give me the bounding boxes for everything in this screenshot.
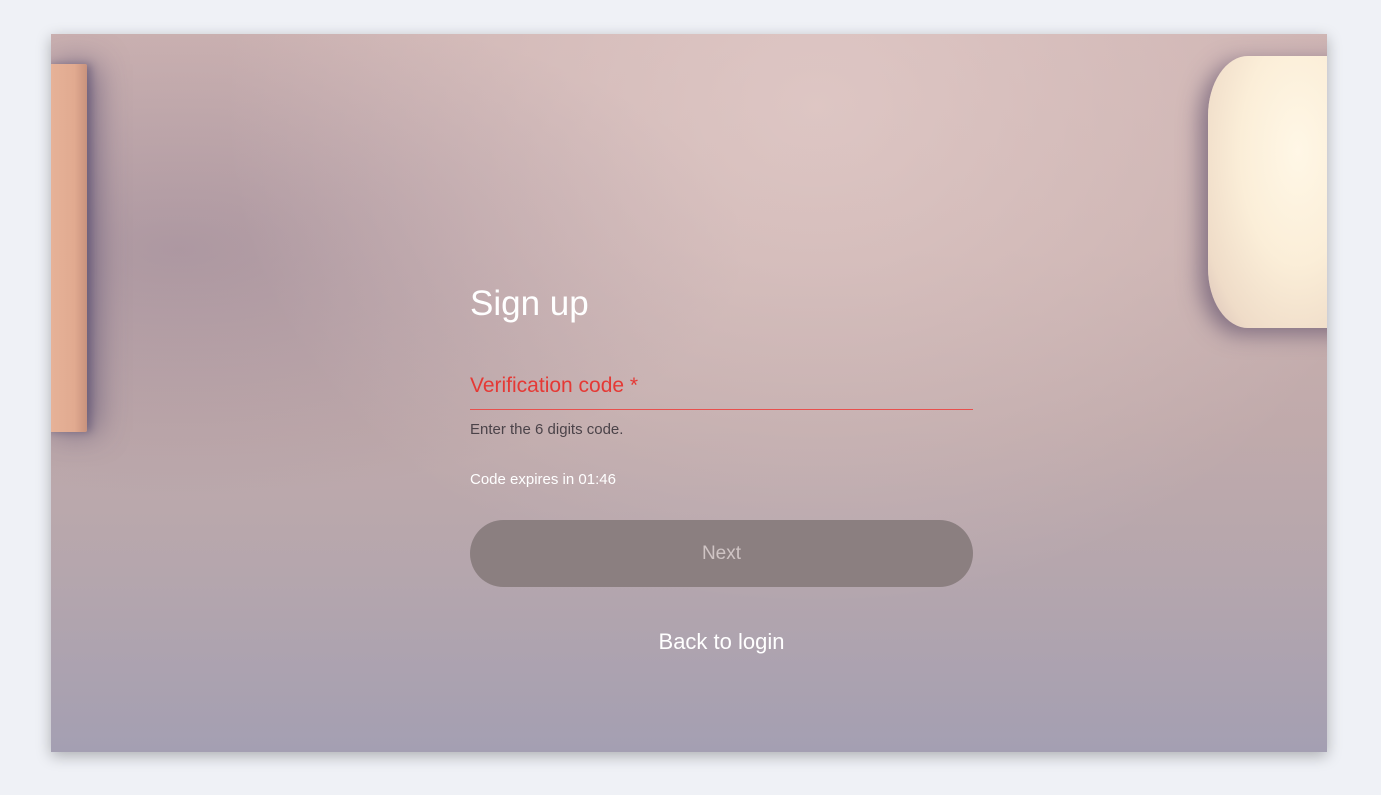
verification-code-input[interactable] [470, 377, 977, 409]
next-button[interactable]: Next [470, 520, 973, 587]
verification-code-field[interactable]: Verification code * [470, 369, 977, 410]
page-title: Sign up [470, 284, 589, 323]
signup-form: Sign up Verification code * Enter the 6 … [470, 284, 977, 655]
signup-card: Sign up Verification code * Enter the 6 … [51, 34, 1327, 752]
code-expiry-text: Code expires in 01:46 [470, 471, 616, 488]
back-to-login-link[interactable]: Back to login [470, 629, 973, 655]
notebook-image [51, 64, 87, 432]
page: Sign up Verification code * Enter the 6 … [0, 0, 1381, 795]
helper-text: Enter the 6 digits code. [470, 421, 624, 438]
mouse-image [1208, 56, 1327, 328]
